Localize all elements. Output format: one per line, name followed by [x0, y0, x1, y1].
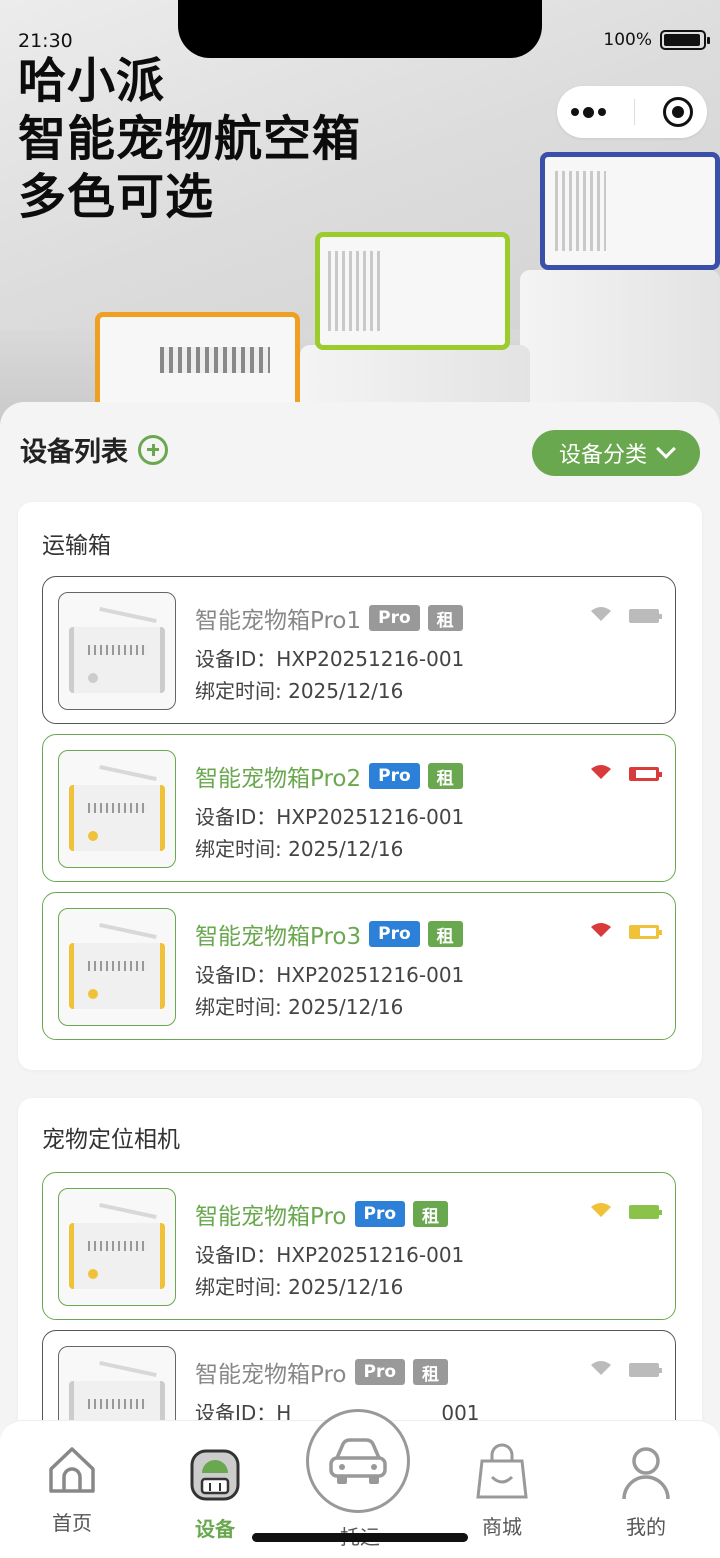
device-name-row: 智能宠物箱Pro Pro 租: [195, 1355, 449, 1389]
device-thumbnail: [58, 908, 176, 1026]
device-name-row: 智能宠物箱Pro3 Pro 租: [195, 917, 463, 951]
target-icon[interactable]: [663, 97, 693, 127]
shopping-bag-icon: [476, 1443, 528, 1499]
battery-icon: [660, 30, 710, 50]
bind-time: 绑定时间: 2025/12/16: [195, 679, 404, 703]
rent-badge: 租: [427, 605, 463, 631]
device-thumbnail: [58, 1188, 176, 1306]
car-icon: [329, 1438, 387, 1484]
device-thumbnail: [58, 592, 176, 710]
rent-badge: 租: [427, 763, 463, 789]
device-name-row: 智能宠物箱Pro2 Pro 租: [195, 759, 463, 793]
signal-icon: [591, 765, 611, 779]
bind-time: 绑定时间: 2025/12/16: [195, 995, 404, 1019]
device-card[interactable]: 智能宠物箱Pro Pro 租设备ID：HXP20251216-001 绑定时间: 20…: [42, 1172, 676, 1320]
device-id-text: 设备ID：HXP20251216-001: [195, 1243, 465, 1267]
battery-icon: [629, 767, 662, 781]
battery-icon: [629, 609, 662, 623]
tab-label: 首页: [52, 1511, 92, 1535]
status-time: 21:30: [18, 30, 73, 52]
group-title: 运输箱: [42, 533, 111, 559]
device-list-sheet: 设备列表 设备分类 运输箱 智能宠物箱Pro1 Pro 租设备ID：HXP20251…: [0, 402, 720, 1558]
device-card[interactable]: 智能宠物箱Pro3 Pro 租设备ID：HXP20251216-001 绑定时间: 2…: [42, 892, 676, 1040]
tab-consign[interactable]: [306, 1409, 410, 1513]
pro-badge: Pro: [369, 763, 420, 789]
device-name: 智能宠物箱Pro3: [195, 924, 362, 950]
bottom-tab-bar: 首页 设备 托运 商城 我的: [0, 1409, 720, 1558]
battery-percent: 100%: [603, 30, 652, 50]
device-id-text: 设备ID：HXP20251216-001: [195, 963, 465, 987]
signal-icon: [591, 1203, 611, 1217]
miniprogram-capsule: [557, 86, 707, 138]
device-name: 智能宠物箱Pro2: [195, 766, 362, 792]
bind-time: 绑定时间: 2025/12/16: [195, 1275, 404, 1299]
device-name-row: 智能宠物箱Pro1 Pro 租: [195, 601, 463, 635]
signal-icon: [591, 1361, 611, 1375]
add-device-icon[interactable]: [138, 434, 168, 465]
hero-banner: 21:30 100% 哈小派 智能宠物航空箱 多色可选: [0, 0, 720, 430]
category-button[interactable]: 设备分类: [532, 430, 700, 476]
battery-icon: [629, 1205, 662, 1219]
tab-devices[interactable]: 设备: [165, 1443, 265, 1542]
hero-title: 哈小派 智能宠物航空箱 多色可选: [18, 52, 361, 226]
battery-icon: [629, 1363, 662, 1377]
battery-icon: [629, 925, 662, 939]
capsule-divider: [634, 99, 635, 125]
signal-icon: [591, 923, 611, 937]
pro-badge: Pro: [369, 921, 420, 947]
chevron-down-icon: [656, 439, 676, 459]
group-title: 宠物定位相机: [42, 1127, 180, 1153]
rent-badge: 租: [413, 1201, 449, 1227]
pro-badge: Pro: [369, 605, 420, 631]
hero-line-3: 多色可选: [18, 169, 215, 225]
device-name: 智能宠物箱Pro: [195, 1362, 347, 1388]
home-icon: [49, 1447, 95, 1493]
rent-badge: 租: [427, 921, 463, 947]
status-battery: 100%: [603, 30, 710, 50]
device-id: 设备ID：HXP20251216-001: [195, 643, 464, 672]
more-dots-icon[interactable]: [571, 106, 606, 118]
device-card[interactable]: 智能宠物箱Pro2 Pro 租设备ID：HXP20251216-001 绑定时间: 2…: [42, 734, 676, 882]
tab-label: 设备: [195, 1517, 235, 1541]
pro-badge: Pro: [354, 1359, 406, 1385]
device-name: 智能宠物箱Pro1: [195, 608, 362, 634]
device-notch: [178, 0, 542, 58]
device-thumbnail: [58, 750, 176, 868]
device-card[interactable]: 智能宠物箱Pro1 Pro 租设备ID：HXP20251216-001 绑定时间: 2…: [42, 576, 676, 724]
hero-crate-green: [315, 232, 510, 350]
user-icon: [622, 1447, 670, 1500]
device-id: 设备ID：HXP20251216-001: [195, 959, 464, 988]
backpack-icon: [190, 1449, 240, 1501]
hero-crate-blue: [540, 152, 720, 270]
list-header: 设备列表: [20, 430, 168, 469]
signal-icon: [591, 607, 611, 621]
device-name-row: 智能宠物箱Pro Pro 租: [195, 1197, 449, 1231]
pro-badge: Pro: [354, 1201, 406, 1227]
device-id: 设备ID：HXP20251216-001: [195, 801, 464, 830]
device-id: 设备ID：HXP20251216-001: [195, 1239, 464, 1268]
tab-mall[interactable]: 商城: [452, 1443, 552, 1540]
device-id-text: 设备ID：HXP20251216-001: [195, 805, 465, 829]
device-id-text: 设备ID：HXP20251216-001: [195, 647, 465, 671]
home-indicator: [252, 1533, 468, 1542]
rent-badge: 租: [413, 1359, 449, 1385]
category-label: 设备分类: [558, 443, 647, 468]
hero-line-1: 哈小派: [18, 53, 166, 109]
list-title: 设备列表: [20, 437, 128, 468]
group-transport-box: 运输箱 智能宠物箱Pro1 Pro 租设备ID：HXP20251216-001 绑定时…: [18, 502, 702, 1070]
tab-home[interactable]: 首页: [22, 1443, 122, 1536]
tab-label: 我的: [626, 1515, 666, 1539]
device-name: 智能宠物箱Pro: [195, 1204, 347, 1230]
tab-label: 商城: [482, 1515, 522, 1539]
hero-line-2: 智能宠物航空箱: [18, 111, 362, 167]
tab-mine[interactable]: 我的: [596, 1443, 696, 1540]
bind-time: 绑定时间: 2025/12/16: [195, 837, 404, 861]
